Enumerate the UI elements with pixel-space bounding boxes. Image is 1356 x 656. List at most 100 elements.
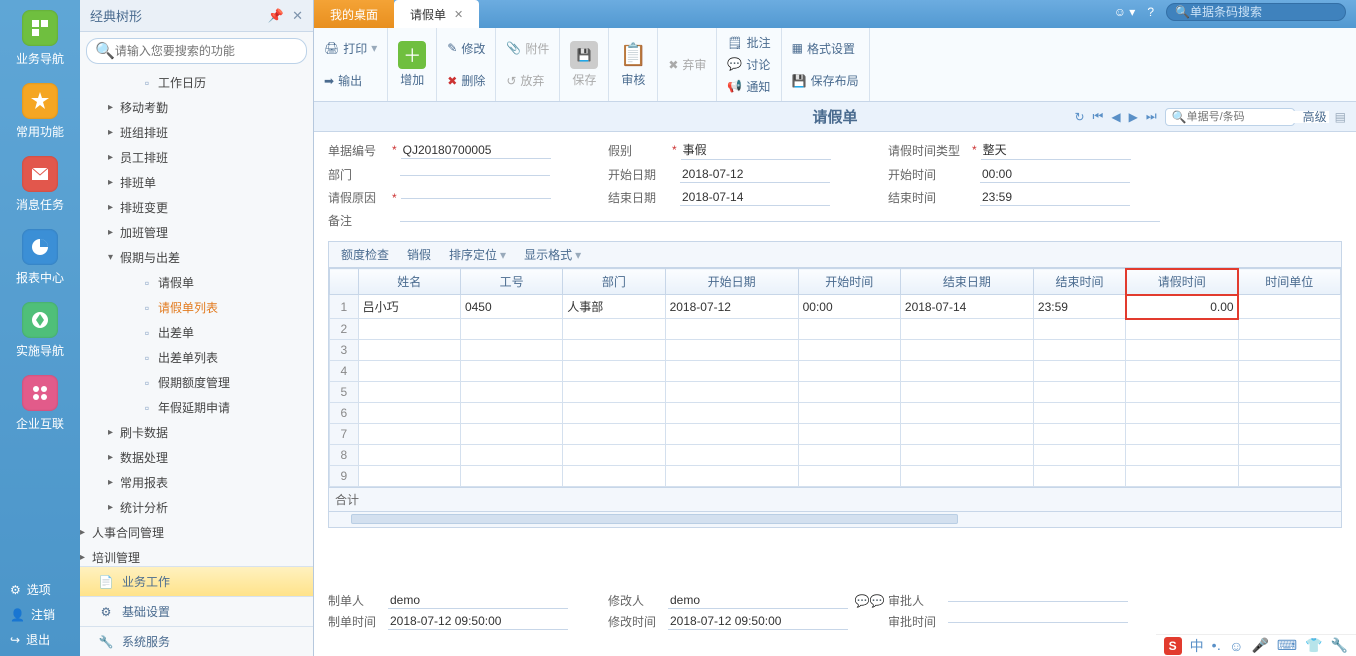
tree-node[interactable]: ▾假期与出差 <box>80 245 313 270</box>
nav-impl[interactable]: 实施导航 <box>0 292 80 365</box>
print-button[interactable]: 🖨打印▾ <box>324 38 377 58</box>
table-row[interactable]: 2 <box>330 319 1341 340</box>
col-et[interactable]: 结束时间 <box>1033 269 1125 295</box>
tree-node[interactable]: ▸班组排班 <box>80 120 313 145</box>
export-button[interactable]: ➡输出 <box>324 71 377 91</box>
tree-node[interactable]: ▸刷卡数据 <box>80 420 313 445</box>
col-name[interactable]: 姓名 <box>358 269 460 295</box>
sort-button[interactable]: 排序定位 ▾ <box>449 246 506 263</box>
start-date-field[interactable]: 2018-07-12 <box>680 166 830 183</box>
ime-kbd-icon[interactable]: ⌨ <box>1277 637 1297 654</box>
display-fmt-button[interactable]: 显示格式 ▾ <box>524 246 581 263</box>
notify-button[interactable]: 📢通知 <box>727 76 770 96</box>
tree-node[interactable]: ▸排班单 <box>80 170 313 195</box>
footer-base[interactable]: ⚙基础设置 <box>80 596 313 626</box>
add-button[interactable]: ＋增加 <box>388 28 437 101</box>
tree-search[interactable]: 🔍 <box>86 38 307 64</box>
tree-node[interactable]: ▸数据处理 <box>80 445 313 470</box>
smile-icon[interactable]: ☺ ▾ <box>1114 5 1136 19</box>
attach-button[interactable]: 📎附件 <box>506 38 549 58</box>
help-icon[interactable]: ? <box>1147 5 1154 19</box>
table-row[interactable]: 3 <box>330 340 1341 361</box>
reason-field[interactable] <box>401 196 551 199</box>
discard-button[interactable]: ↺放弃 <box>506 71 549 91</box>
save-button[interactable]: 💾保存 <box>560 28 609 101</box>
table-row[interactable]: 5 <box>330 382 1341 403</box>
ime-tool-icon[interactable]: 🔧 <box>1331 637 1348 654</box>
col-ed[interactable]: 结束日期 <box>900 269 1033 295</box>
h-scrollbar[interactable] <box>328 512 1342 528</box>
footer-sys[interactable]: 🔧系统服务 <box>80 626 313 656</box>
prev-icon[interactable]: ◀ <box>1111 110 1120 124</box>
dept-field[interactable] <box>400 173 550 176</box>
table-row[interactable]: 7 <box>330 424 1341 445</box>
col-unit[interactable]: 时间单位 <box>1238 269 1340 295</box>
nav-fav[interactable]: 常用功能 <box>0 73 80 146</box>
tree-node[interactable]: ▸移动考勤 <box>80 95 313 120</box>
nav-report[interactable]: 报表中心 <box>0 219 80 292</box>
tree-node[interactable]: ▫假期额度管理 <box>80 370 313 395</box>
pin-icon[interactable]: 📌 <box>268 8 284 24</box>
ime-punct-icon[interactable]: •․ <box>1212 637 1222 654</box>
table-row[interactable]: 1吕小巧0450人事部2018-07-1200:002018-07-1423:5… <box>330 295 1341 319</box>
ime-lang[interactable]: 中 <box>1190 636 1204 656</box>
nav-logout[interactable]: 👤注销 <box>0 602 80 627</box>
table-row[interactable]: 4 <box>330 361 1341 382</box>
tree-node[interactable]: ▸加班管理 <box>80 220 313 245</box>
delete-button[interactable]: ✖删除 <box>447 71 485 91</box>
ime-skin-icon[interactable]: 👕 <box>1305 637 1322 654</box>
nav-ent[interactable]: 企业互联 <box>0 365 80 438</box>
end-date-field[interactable]: 2018-07-14 <box>680 189 830 206</box>
remark-field[interactable] <box>400 219 1160 222</box>
col-dur[interactable]: 请假时间 <box>1126 269 1239 295</box>
ime-smile-icon[interactable]: ☺ <box>1229 638 1243 654</box>
modify-button[interactable]: ✎修改 <box>447 38 485 58</box>
close-icon[interactable]: ✕ <box>292 8 303 24</box>
tree-search-input[interactable] <box>115 44 298 58</box>
nav-msg[interactable]: 消息任务 <box>0 146 80 219</box>
abandon-button[interactable]: ✖弃审 <box>668 55 706 75</box>
end-time-field[interactable]: 23:59 <box>980 189 1130 206</box>
tree-node[interactable]: ▸员工排班 <box>80 145 313 170</box>
tree-node[interactable]: ▸人事合同管理 <box>80 520 313 545</box>
list-icon[interactable]: ▤ <box>1335 110 1346 124</box>
cancel-leave-button[interactable]: 销假 <box>407 246 431 263</box>
nav-options[interactable]: ⚙选项 <box>0 577 80 602</box>
tree-node[interactable]: ▫出差单列表 <box>80 345 313 370</box>
doc-search[interactable]: 🔍 <box>1165 108 1295 126</box>
next-icon[interactable]: ▶ <box>1129 110 1138 124</box>
discuss-button[interactable]: 💬讨论 <box>727 54 770 74</box>
table-row[interactable]: 6 <box>330 403 1341 424</box>
ime-logo[interactable]: S <box>1164 637 1182 655</box>
tree-node[interactable]: ▸常用报表 <box>80 470 313 495</box>
tree-node[interactable]: ▸排班变更 <box>80 195 313 220</box>
advanced-link[interactable]: 高级 <box>1303 108 1327 125</box>
nav-exit[interactable]: ↪退出 <box>0 627 80 652</box>
tree-body[interactable]: ▫工作日历▸移动考勤▸班组排班▸员工排班▸排班单▸排班变更▸加班管理▾假期与出差… <box>80 70 313 570</box>
chat-icon[interactable]: 💬 <box>870 594 885 608</box>
tree-node[interactable]: ▫请假单列表 <box>80 295 313 320</box>
last-icon[interactable]: ⏭ <box>1146 109 1157 124</box>
save-layout-button[interactable]: 💾保存布局 <box>792 71 859 91</box>
col-st[interactable]: 开始时间 <box>798 269 900 295</box>
format-button[interactable]: ▦格式设置 <box>792 38 859 58</box>
table-row[interactable]: 8 <box>330 445 1341 466</box>
note-button[interactable]: 🗒批注 <box>727 33 770 53</box>
barcode-input[interactable] <box>1190 5 1345 19</box>
footer-biz[interactable]: 📄业务工作 <box>80 566 313 596</box>
col-sd[interactable]: 开始日期 <box>665 269 798 295</box>
tree-node[interactable]: ▫工作日历 <box>80 70 313 95</box>
close-icon[interactable]: ✕ <box>454 8 463 21</box>
first-icon[interactable]: ⏮ <box>1093 109 1104 124</box>
tree-node[interactable]: ▫请假单 <box>80 270 313 295</box>
leave-type-field[interactable]: 事假 <box>681 140 831 160</box>
doc-no-field[interactable]: QJ20180700005 <box>401 142 551 159</box>
time-type-field[interactable]: 整天 <box>981 140 1131 160</box>
tree-node[interactable]: ▫年假延期申请 <box>80 395 313 420</box>
audit-button[interactable]: 📋审核 <box>609 28 658 101</box>
col-dept[interactable]: 部门 <box>563 269 665 295</box>
tree-node[interactable]: ▸统计分析 <box>80 495 313 520</box>
tab-desktop[interactable]: 我的桌面 <box>314 0 394 28</box>
grid[interactable]: 姓名 工号 部门 开始日期 开始时间 结束日期 结束时间 请假时间 时间单位 1… <box>328 267 1342 488</box>
start-time-field[interactable]: 00:00 <box>980 166 1130 183</box>
